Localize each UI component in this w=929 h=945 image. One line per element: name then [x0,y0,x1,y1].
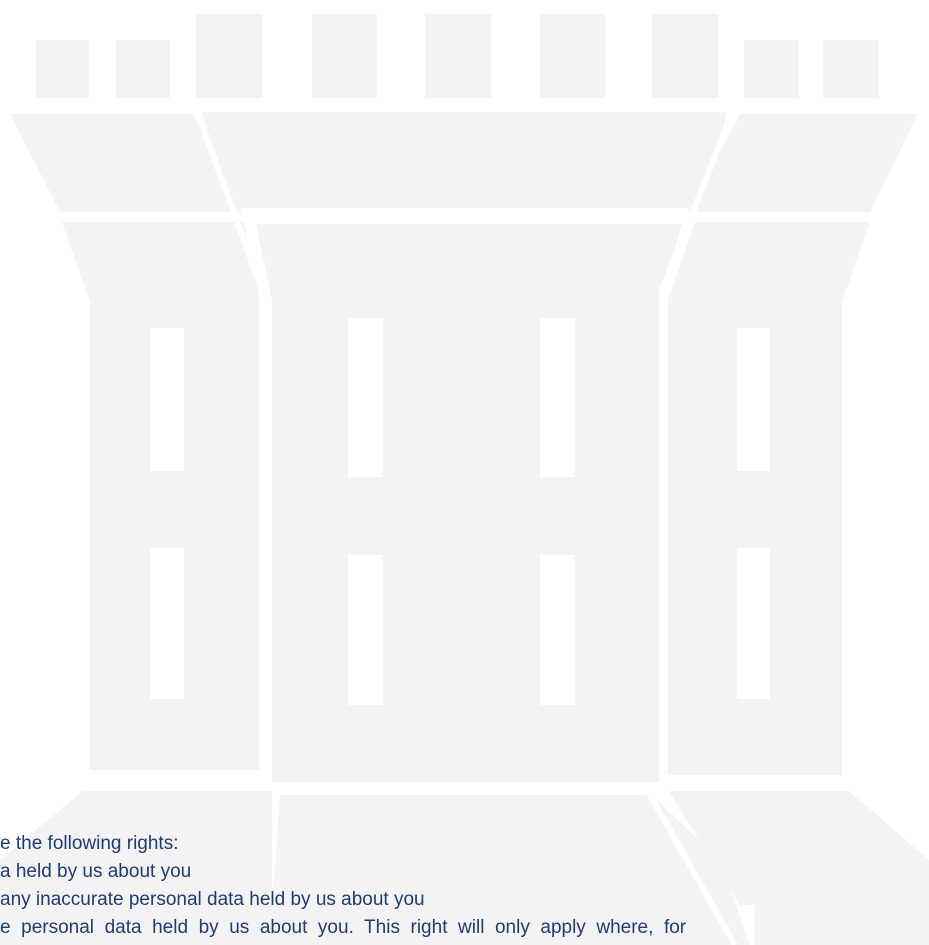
text-line-1: e the following rights: [0,833,179,854]
text-line-3: any inaccurate personal data held by us … [0,889,425,910]
body-text: e the following rights: a held by us abo… [0,830,929,942]
castle-watermark-logo [0,14,929,945]
text-line-2: a held by us about you [0,861,192,882]
text-line-4: e personal data held by us about you. Th… [0,917,687,938]
